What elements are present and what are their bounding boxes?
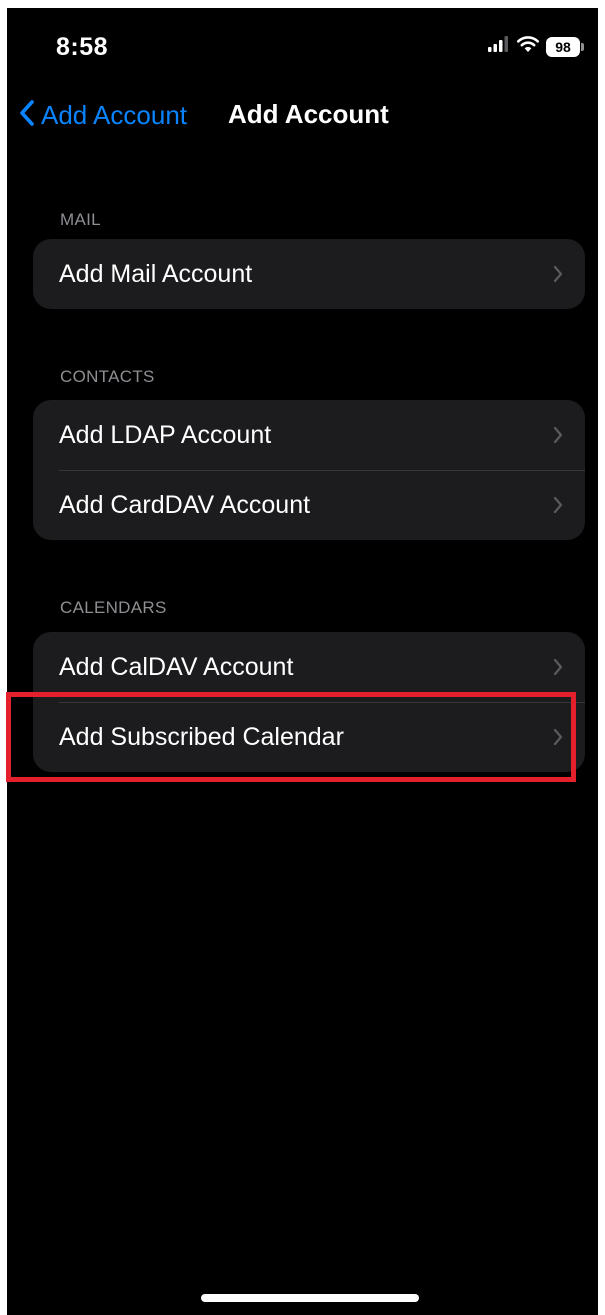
home-indicator[interactable] [201, 1294, 419, 1302]
phone-screen: 8:58 98 Add Account Add Account MAIL Add… [7, 8, 598, 1315]
back-button-label: Add Account [41, 100, 187, 130]
status-icons: 98 [488, 35, 584, 58]
back-button[interactable]: Add Account [19, 99, 187, 132]
section-header-mail: MAIL [60, 210, 101, 229]
page-title: Add Account [228, 99, 389, 129]
add-subscribed-calendar-row[interactable]: Add Subscribed Calendar [33, 702, 585, 772]
calendars-group: Add CalDAV Account Add Subscribed Calend… [33, 632, 585, 772]
wifi-icon [516, 35, 540, 58]
section-header-calendars: CALENDARS [60, 598, 167, 617]
chevron-right-icon [553, 728, 563, 746]
row-label: Add CardDAV Account [59, 490, 311, 519]
add-carddav-account-row[interactable]: Add CardDAV Account [33, 470, 585, 540]
mail-group: Add Mail Account [33, 239, 585, 309]
row-label: Add CalDAV Account [59, 652, 294, 681]
section-header-contacts: CONTACTS [60, 367, 155, 386]
row-label: Add Mail Account [59, 259, 253, 288]
battery-level: 98 [555, 38, 571, 55]
contacts-group: Add LDAP Account Add CardDAV Account [33, 400, 585, 540]
chevron-left-icon [19, 99, 35, 132]
add-caldav-account-row[interactable]: Add CalDAV Account [33, 632, 585, 702]
battery-icon: 98 [546, 36, 584, 57]
chevron-right-icon [553, 265, 563, 283]
add-mail-account-row[interactable]: Add Mail Account [33, 239, 585, 309]
status-time: 8:58 [56, 33, 109, 61]
row-label: Add LDAP Account [59, 420, 272, 449]
chevron-right-icon [553, 658, 563, 676]
chevron-right-icon [553, 496, 563, 514]
chevron-right-icon [553, 426, 563, 444]
cellular-signal-icon [488, 36, 510, 57]
row-label: Add Subscribed Calendar [59, 722, 344, 751]
add-ldap-account-row[interactable]: Add LDAP Account [33, 400, 585, 470]
